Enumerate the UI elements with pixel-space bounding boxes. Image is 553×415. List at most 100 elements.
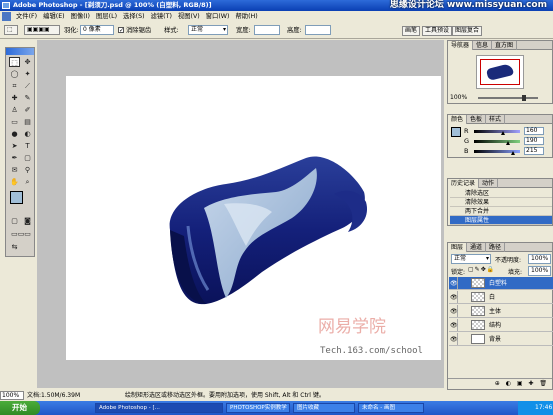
history-item[interactable]: 清除效果 xyxy=(450,198,552,207)
channel-slider-thumb[interactable] xyxy=(510,151,515,155)
pen-tool-icon[interactable]: ✒ xyxy=(9,153,20,163)
width-input[interactable] xyxy=(254,25,280,35)
start-button[interactable]: 开始 xyxy=(0,401,40,415)
channel-value-input[interactable]: 190 xyxy=(524,137,544,145)
menu-select[interactable]: 选择(S) xyxy=(120,11,148,22)
menu-edit[interactable]: 编辑(E) xyxy=(40,11,68,22)
task-paint[interactable]: 未命名 - 画图 xyxy=(358,403,424,413)
path-selection-icon[interactable]: ➤ xyxy=(9,141,20,151)
history-item[interactable]: 清除选区 xyxy=(450,189,552,198)
selection-mode-buttons[interactable]: ▣▣▣▣ xyxy=(24,25,60,35)
brush-tool-icon[interactable]: ✎ xyxy=(22,93,33,103)
history-item[interactable]: 两下合并 xyxy=(450,207,552,216)
dodge-tool-icon[interactable]: ◐ xyxy=(22,129,33,139)
layer-row[interactable]: 👁 白塑料 xyxy=(449,277,553,290)
lasso-tool-icon[interactable]: ◯ xyxy=(9,69,20,79)
tab-paths[interactable]: 路径 xyxy=(486,243,506,252)
menu-image[interactable]: 图像(I) xyxy=(68,11,93,22)
status-doc-size[interactable]: 文档:1.50M/6.39M xyxy=(27,391,80,400)
channel-value-input[interactable]: 215 xyxy=(524,147,544,155)
tab-actions[interactable]: 动作 xyxy=(479,179,499,188)
foreground-color-swatch[interactable] xyxy=(10,191,23,204)
color-channel-b[interactable]: B 215 xyxy=(464,147,552,156)
layer-row[interactable]: 👁 背景 xyxy=(449,333,553,346)
layers-footer-buttons[interactable]: ⊕ ◐ ▣ ✚ 🗑 xyxy=(448,378,552,389)
history-brush-icon[interactable]: ✐ xyxy=(22,105,33,115)
feather-input[interactable]: 0 像素 xyxy=(80,25,114,35)
color-channel-r[interactable]: R 160 xyxy=(464,127,552,136)
eye-icon[interactable]: 👁 xyxy=(450,319,458,331)
task-pictures[interactable]: 图片收藏 xyxy=(293,403,355,413)
fill-input[interactable]: 100% xyxy=(528,266,551,276)
tab-navigator[interactable]: 导航器 xyxy=(448,41,474,50)
navigator-thumbnail[interactable] xyxy=(476,55,524,89)
tab-swatches[interactable]: 色板 xyxy=(467,115,487,124)
system-tray-clock[interactable]: 17:46 xyxy=(518,401,553,415)
channel-value-input[interactable]: 160 xyxy=(524,127,544,135)
status-zoom[interactable]: 100% xyxy=(0,391,24,400)
layer-row[interactable]: 👁 主体 xyxy=(449,305,553,318)
menu-view[interactable]: 视图(V) xyxy=(175,11,203,22)
tab-histogram[interactable]: 直方图 xyxy=(492,41,518,50)
channel-slider-thumb[interactable] xyxy=(506,141,511,145)
eye-icon[interactable]: 👁 xyxy=(450,305,458,317)
tab-layer-comps[interactable]: 图层复合 xyxy=(452,26,483,36)
type-tool-icon[interactable]: T xyxy=(22,141,33,151)
tab-channels[interactable]: 通道 xyxy=(467,243,487,252)
tab-brushes[interactable]: 画笔 xyxy=(402,26,421,36)
marquee-tool-preset-button[interactable]: ⬚ xyxy=(4,25,18,35)
task-tutorial[interactable]: PHOTOSHOP实例教学 xyxy=(226,403,290,413)
layer-row[interactable]: 👁 白 xyxy=(449,291,553,304)
ps-logo-icon[interactable] xyxy=(2,12,11,21)
healing-brush-icon[interactable]: ✚ xyxy=(9,93,20,103)
gradient-tool-icon[interactable]: ▤ xyxy=(22,117,33,127)
hand-tool-icon[interactable]: ✋ xyxy=(9,177,20,187)
toolbox-titlebar[interactable] xyxy=(6,48,34,55)
blend-mode-select[interactable]: 正常 ▾ xyxy=(451,254,491,264)
clone-stamp-icon[interactable]: ♙ xyxy=(9,105,20,115)
eye-icon[interactable]: 👁 xyxy=(450,333,458,345)
eye-icon[interactable]: 👁 xyxy=(450,291,458,303)
menu-filter[interactable]: 滤镜(T) xyxy=(148,11,175,22)
antialias-checkbox[interactable]: ✓ xyxy=(118,27,124,34)
imageready-icon[interactable]: ⇆ xyxy=(9,242,20,252)
marquee-tool-icon[interactable]: ⬚ xyxy=(9,57,20,67)
color-channel-g[interactable]: G 190 xyxy=(464,137,552,146)
move-tool-icon[interactable]: ✥ xyxy=(22,57,33,67)
eraser-tool-icon[interactable]: ▭ xyxy=(9,117,20,127)
shape-tool-icon[interactable]: ▢ xyxy=(22,153,33,163)
height-input[interactable] xyxy=(305,25,331,35)
tab-layers[interactable]: 图层 xyxy=(448,243,468,252)
tab-info[interactable]: 信息 xyxy=(473,41,493,50)
channel-slider[interactable] xyxy=(474,140,520,143)
blur-tool-icon[interactable]: ● xyxy=(9,129,20,139)
quickmask-mode-icon[interactable]: ◙ xyxy=(22,216,33,226)
navigator-zoom-slider[interactable] xyxy=(478,97,538,99)
document-canvas[interactable]: 网易学院 Tech.163.com/school xyxy=(66,76,441,360)
navigator-zoom-thumb[interactable] xyxy=(522,95,526,101)
zoom-tool-icon[interactable]: ⌕ xyxy=(22,177,33,187)
crop-tool-icon[interactable]: ⌗ xyxy=(9,81,20,91)
menu-file[interactable]: 文件(F) xyxy=(13,11,40,22)
menu-layer[interactable]: 图层(L) xyxy=(93,11,120,22)
color-foreground-swatch[interactable] xyxy=(451,127,461,137)
eye-icon[interactable]: 👁 xyxy=(450,277,458,289)
tab-tool-presets[interactable]: 工具预设 xyxy=(422,26,453,36)
opacity-input[interactable]: 100% xyxy=(528,254,551,264)
layer-row[interactable]: 👁 结构 xyxy=(449,319,553,332)
menu-window[interactable]: 窗口(W) xyxy=(203,11,233,22)
magic-wand-icon[interactable]: ✦ xyxy=(22,69,33,79)
slice-tool-icon[interactable]: ⟋ xyxy=(22,81,33,91)
screen-mode-icons[interactable]: ▭▭▭ xyxy=(9,229,33,239)
channel-slider[interactable] xyxy=(474,130,520,133)
lock-icons[interactable]: ▢✎✥🔒 xyxy=(468,266,495,273)
eyedropper-icon[interactable]: ⚲ xyxy=(22,165,33,175)
tab-styles[interactable]: 样式 xyxy=(486,115,506,124)
menu-help[interactable]: 帮助(H) xyxy=(232,11,260,22)
tab-history[interactable]: 历史记录 xyxy=(448,179,480,188)
style-select[interactable]: 正常 ▾ xyxy=(188,25,228,35)
tab-color[interactable]: 颜色 xyxy=(448,115,468,124)
navigator-zoom-value[interactable]: 100% xyxy=(450,94,467,101)
channel-slider-thumb[interactable] xyxy=(500,131,505,135)
standard-mode-icon[interactable]: ▢ xyxy=(9,216,20,226)
